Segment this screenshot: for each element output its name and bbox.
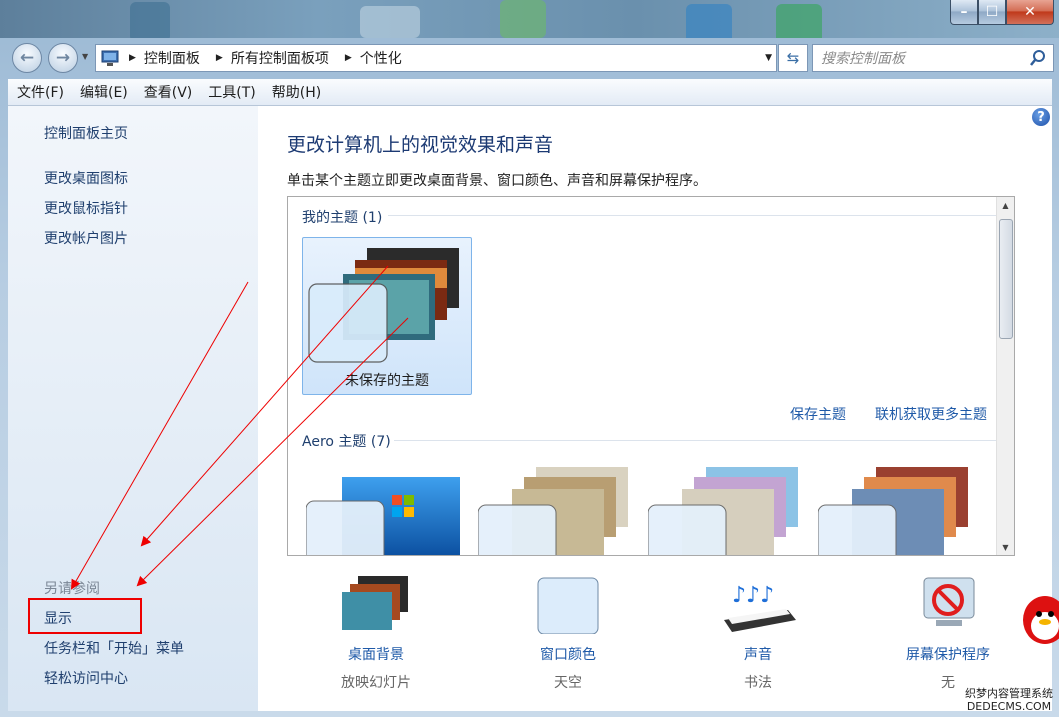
back-arrow-icon: ← (19, 48, 35, 68)
title-bar[interactable]: – ☐ ✕ (0, 0, 1059, 38)
sidebar-control-panel-home[interactable]: 控制面板主页 (44, 123, 128, 143)
menu-tools[interactable]: 工具(T) (208, 82, 255, 102)
aero-theme-landscapes[interactable] (818, 467, 978, 556)
taskbar-blur-5 (776, 4, 822, 38)
sidebar: 控制面板主页 更改桌面图标 更改鼠标指针 更改帐户图片 另请参阅 显示 任务栏和… (8, 106, 258, 711)
desktop-background-value: 放映幻灯片 (341, 675, 411, 691)
watermark: 织梦内容管理系统 DEDECMS.COM (965, 687, 1053, 713)
aero-theme-characters[interactable] (648, 467, 808, 556)
window-controls: – ☐ ✕ (950, 0, 1054, 25)
minimize-button[interactable]: – (950, 0, 978, 25)
menu-file[interactable]: 文件(F) (17, 82, 64, 102)
desktop-background-label[interactable]: 桌面背景 (296, 644, 456, 664)
sound-item[interactable]: ♪♪♪ 声音 书法 (678, 574, 838, 692)
section-divider (388, 215, 996, 216)
get-more-themes-link[interactable]: 联机获取更多主题 (875, 404, 987, 424)
menu-bar: 文件(F) 编辑(E) 查看(V) 工具(T) 帮助(H) (8, 79, 1052, 106)
page-subtitle: 单击某个主题立即更改桌面背景、窗口颜色、声音和屏幕保护程序。 (287, 173, 707, 189)
help-icon[interactable]: ? (1032, 108, 1050, 126)
close-button[interactable]: ✕ (1006, 0, 1054, 25)
window-color-item[interactable]: 窗口颜色 天空 (488, 574, 648, 692)
sidebar-change-desktop-icons[interactable]: 更改桌面图标 (44, 168, 128, 188)
breadcrumb-all-items[interactable]: 所有控制面板项 (231, 48, 329, 68)
page-title: 更改计算机上的视觉效果和声音 (287, 134, 554, 156)
sidebar-taskbar-start-menu[interactable]: 任务栏和「开始」菜单 (44, 638, 184, 658)
address-dropdown-icon[interactable]: ▼ (765, 53, 772, 63)
search-icon[interactable] (1029, 49, 1047, 67)
aero-theme-architecture[interactable] (478, 467, 638, 556)
taskbar-blur-1 (130, 2, 170, 38)
section-divider (394, 440, 996, 441)
forward-arrow-icon: → (55, 48, 71, 68)
search-input[interactable]: 搜索控制面板 (813, 48, 1029, 68)
taskbar-blur-4 (686, 4, 732, 38)
menu-help[interactable]: 帮助(H) (272, 82, 321, 102)
taskbar-blur-3 (500, 0, 546, 38)
navigation-bar: ← → ▼ ▶ 控制面板 ▶ 所有控制面板项 ▶ 个性化 ▼ ⇆ 搜索控制面板 (0, 38, 1059, 78)
main-panel: ? 更改计算机上的视觉效果和声音 单击某个主题立即更改桌面背景、窗口颜色、声音和… (258, 106, 1052, 711)
window-color-label[interactable]: 窗口颜色 (488, 644, 648, 664)
watermark-line2: DEDECMS.COM (966, 700, 1052, 713)
desktop-background-item[interactable]: 桌面背景 放映幻灯片 (296, 574, 456, 692)
scroll-down-icon[interactable]: ▼ (997, 539, 1014, 555)
see-also-heading: 另请参阅 (44, 581, 100, 597)
refresh-icon: ⇆ (786, 49, 800, 67)
taskbar-blur-2 (360, 6, 420, 38)
back-button[interactable]: ← (12, 43, 42, 73)
sound-icon: ♪♪♪ (724, 583, 796, 632)
menu-view[interactable]: 查看(V) (144, 82, 193, 102)
svg-text:♪♪♪: ♪♪♪ (732, 583, 774, 608)
breadcrumb-personalization[interactable]: 个性化 (360, 48, 402, 68)
qq-penguin-icon (1023, 596, 1059, 644)
menu-edit[interactable]: 编辑(E) (80, 82, 128, 102)
screensaver-icon (923, 577, 975, 626)
refresh-button[interactable]: ⇆ (778, 44, 808, 72)
sidebar-change-account-picture[interactable]: 更改帐户图片 (44, 228, 128, 248)
breadcrumb-separator-icon: ▶ (344, 53, 352, 63)
window-color-value: 天空 (554, 675, 582, 691)
theme-list: 我的主题 (1) 未保存的主题 保存主题 联机获取更多主题 Aero 主题 (7… (287, 196, 1015, 556)
aero-themes-heading: Aero 主题 (7) (302, 434, 391, 450)
breadcrumb-separator-icon: ▶ (215, 53, 223, 63)
search-box[interactable]: 搜索控制面板 (812, 44, 1054, 72)
recent-pages-dropdown[interactable]: ▼ (82, 52, 88, 61)
screensaver-item[interactable]: 屏幕保护程序 无 (868, 574, 1028, 692)
theme-list-scrollbar[interactable]: ▲ ▼ (996, 197, 1014, 555)
aero-theme-windows7[interactable] (306, 467, 466, 556)
scroll-up-icon[interactable]: ▲ (997, 197, 1014, 213)
watermark-line1: 织梦内容管理系统 (965, 687, 1053, 700)
display-highlight-box (28, 598, 142, 634)
unsaved-theme-thumbnail (308, 248, 459, 363)
desktop-background-icon (342, 576, 408, 630)
control-panel-icon (101, 50, 119, 66)
window-color-icon (537, 577, 599, 635)
sound-label[interactable]: 声音 (678, 644, 838, 664)
sound-value: 书法 (744, 675, 772, 691)
breadcrumb-separator-icon: ▶ (129, 53, 136, 63)
my-themes-heading: 我的主题 (1) (302, 210, 383, 226)
unsaved-theme-item[interactable]: 未保存的主题 (302, 237, 472, 395)
breadcrumb-control-panel[interactable]: 控制面板 (144, 48, 200, 68)
screensaver-label[interactable]: 屏幕保护程序 (868, 644, 1028, 664)
scroll-thumb[interactable] (999, 219, 1013, 339)
sidebar-ease-of-access[interactable]: 轻松访问中心 (44, 668, 128, 688)
sidebar-change-mouse-pointers[interactable]: 更改鼠标指针 (44, 198, 128, 218)
save-theme-link[interactable]: 保存主题 (790, 404, 846, 424)
address-bar[interactable]: ▶ 控制面板 ▶ 所有控制面板项 ▶ 个性化 ▼ (95, 44, 777, 72)
content-area: 控制面板主页 更改桌面图标 更改鼠标指针 更改帐户图片 另请参阅 显示 任务栏和… (8, 106, 1052, 711)
window-frame: – ☐ ✕ ← → ▼ ▶ 控制面板 ▶ 所有控制面板项 ▶ 个性化 ▼ ⇆ 搜… (0, 0, 1059, 717)
maximize-button[interactable]: ☐ (978, 0, 1006, 25)
forward-button[interactable]: → (48, 43, 78, 73)
unsaved-theme-label: 未保存的主题 (345, 373, 429, 389)
